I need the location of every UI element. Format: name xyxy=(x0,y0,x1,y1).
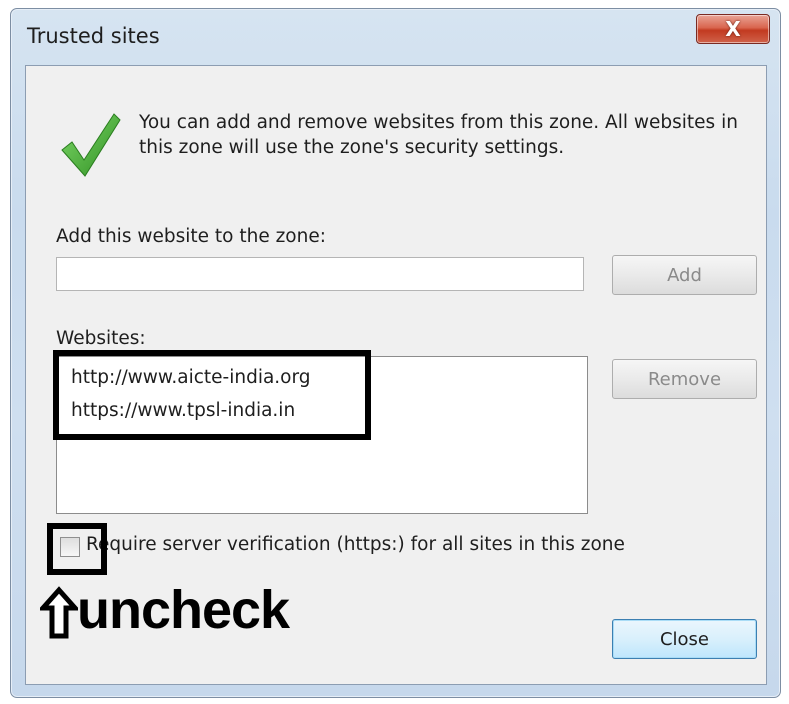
add-website-input[interactable] xyxy=(56,257,584,291)
close-icon: X xyxy=(725,17,741,41)
websites-label: Websites: xyxy=(56,328,146,349)
close-button[interactable]: Close xyxy=(612,619,757,659)
info-text: You can add and remove websites from thi… xyxy=(139,112,738,158)
add-website-label: Add this website to the zone: xyxy=(56,226,326,247)
require-verification-label[interactable]: Require server verification (https:) for… xyxy=(86,534,625,555)
trusted-sites-dialog: Trusted sites X You can add and remove w… xyxy=(10,8,781,698)
uncheck-annotation: uncheck xyxy=(77,580,290,640)
close-window-button[interactable]: X xyxy=(696,14,770,44)
remove-button[interactable]: Remove xyxy=(612,359,757,399)
add-button[interactable]: Add xyxy=(612,255,757,295)
green-checkmark-icon xyxy=(61,113,121,177)
websites-list[interactable]: http://www.aicte-india.org https://www.t… xyxy=(56,356,588,514)
title-bar[interactable]: Trusted sites X xyxy=(11,9,780,65)
require-verification-checkbox[interactable] xyxy=(60,537,80,557)
list-item[interactable]: http://www.aicte-india.org xyxy=(71,367,311,388)
list-item[interactable]: https://www.tpsl-india.in xyxy=(71,400,295,421)
up-arrow-icon xyxy=(40,586,78,639)
window-title: Trusted sites xyxy=(27,24,160,48)
dialog-content: You can add and remove websites from thi… xyxy=(25,65,767,685)
